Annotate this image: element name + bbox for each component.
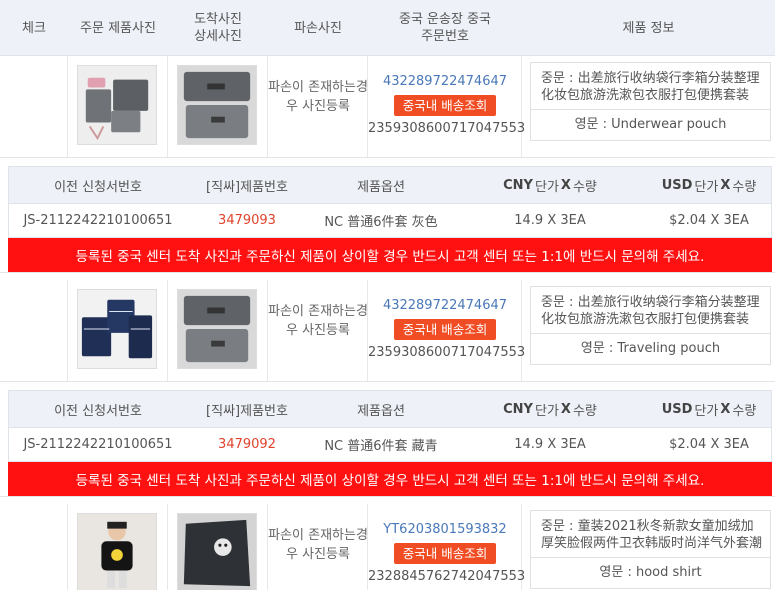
product-row: 파손이 존재하는경우 사진등록 432289722474647 중국내 배송조회… [0,56,775,158]
usd-price-qty: $2.04 X 3EA [669,213,749,228]
prev-request-number: JS-2112242210100651 [23,437,173,452]
product-row: 파손이 존재하는경우 사진등록 YT6203801593832 중국내 배송조회… [0,504,775,590]
usd-price-qty: $2.04 X 3EA [669,437,749,452]
cn-track-button[interactable]: 중국내 배송조회 [393,543,497,564]
cn-track-button[interactable]: 중국내 배송조회 [393,319,497,340]
arrival-photo[interactable] [177,513,257,590]
product-info: 중문 : 出差旅行收纳袋行李箱分装整理化妆包旅游洗漱包衣服打包便携套装 영문 :… [530,62,771,141]
cn-tracking-link[interactable]: 432289722474647 [368,73,522,91]
prev-request-number: JS-2112242210100651 [23,213,173,228]
product-name-cn: 중문 : 童装2021秋冬新款女童加绒加厚笑脸假两件卫衣韩版时尚洋气外套潮 [531,511,770,558]
cn-tracking-link[interactable]: YT6203801593832 [368,521,522,539]
product-name-cn: 중문 : 出差旅行收纳袋行李箱分装整理化妆包旅游洗漱包衣服打包便携套装 [531,287,770,334]
order-detail-header: 이전 신청서번호 [직싸]제품번호 제품옵션 CNY 단가 X 수량 USD 단가 X 수량 [8,166,772,204]
order-detail-header: 이전 신청서번호 [직싸]제품번호 제품옵션 CNY 단가 X 수량 USD 단가 X 수량 [8,390,772,428]
product-row: 파손이 존재하는경우 사진등록 432289722474647 중국내 배송조회… [0,280,775,382]
product-info: 중문 : 童装2021秋冬新款女童加绒加厚笑脸假两件卫衣韩版时尚洋气外套潮 영문… [530,510,771,589]
product-option: NC 普通6件套 灰色 [324,215,438,230]
cn-order-number: 2359308600717047553 [368,345,526,360]
cn-order-number: 2359308600717047553 [368,121,526,136]
product-name-en: 영문 : Traveling pouch [580,341,721,356]
col-order-photo: 주문 제품사진 [80,20,156,36]
order-detail-section: 이전 신청서번호 [직싸]제품번호 제품옵션 CNY 단가 X 수량 USD 단가 X 수량… [0,158,775,273]
order-product-photo[interactable] [77,289,157,369]
damage-photo-register[interactable]: 파손이 존재하는경우 사진등록 [268,78,368,116]
col-product-info: 제품 정보 [622,20,675,36]
order-detail-section: 이전 신청서번호 [직싸]제품번호 제품옵션 CNY 단가 X 수량 USD 단가 X 수량… [0,382,775,497]
cn-shipping: 432289722474647 중국내 배송조회 235930860071704… [368,73,526,138]
cn-track-button[interactable]: 중국내 배송조회 [393,95,497,116]
product-name-en: 영문 : Underwear pouch [574,117,727,132]
damage-photo-register[interactable]: 파손이 존재하는경우 사진등록 [268,526,368,564]
col-damage-photo: 파손사진 [294,20,342,36]
cn-tracking-link[interactable]: 432289722474647 [368,297,522,315]
warning-banner: 등록된 중국 센터 도착 사진과 주문하신 제품이 상이할 경우 반드시 고객 … [8,238,772,272]
cny-price-qty: 14.9 X 3EA [514,213,586,228]
product-number-link[interactable]: 3479093 [187,204,307,237]
col-arrival-photo: 도착사진 상세사진 [194,12,242,44]
arrival-photo[interactable] [177,65,257,145]
col-check: 체크 [22,20,46,36]
cn-shipping: 432289722474647 중국내 배송조회 235930860071704… [368,297,526,362]
warning-banner: 등록된 중국 센터 도착 사진과 주문하신 제품이 상이할 경우 반드시 고객 … [8,462,772,496]
cn-order-number: 2328845762742047553 [368,569,526,584]
cn-shipping: YT6203801593832 중국내 배송조회 232884576274204… [368,521,526,586]
order-detail-row: JS-2112242210100651 3479093 NC 普通6件套 灰色 … [8,204,772,238]
order-product-photo[interactable] [77,513,157,590]
damage-photo-register[interactable]: 파손이 존재하는경우 사진등록 [268,302,368,340]
product-name-cn: 중문 : 出差旅行收纳袋行李箱分装整理化妆包旅游洗漱包衣服打包便携套装 [531,63,770,110]
table-header: 체크 주문 제품사진 도착사진 상세사진 파손사진 중국 운송장 중국 주문번호… [0,0,775,56]
order-product-photo[interactable] [77,65,157,145]
arrival-photo[interactable] [177,289,257,369]
product-name-en: 영문 : hood shirt [599,565,702,580]
order-detail-row: JS-2112242210100651 3479092 NC 普通6件套 藏青 … [8,428,772,462]
col-cn-tracking: 중국 운송장 중국 주문번호 [399,12,491,44]
product-option: NC 普通6件套 藏青 [324,439,438,454]
product-number-link[interactable]: 3479092 [187,428,307,461]
product-info: 중문 : 出差旅行收纳袋行李箱分装整理化妆包旅游洗漱包衣服打包便携套装 영문 :… [530,286,771,365]
cny-price-qty: 14.9 X 3EA [514,437,586,452]
